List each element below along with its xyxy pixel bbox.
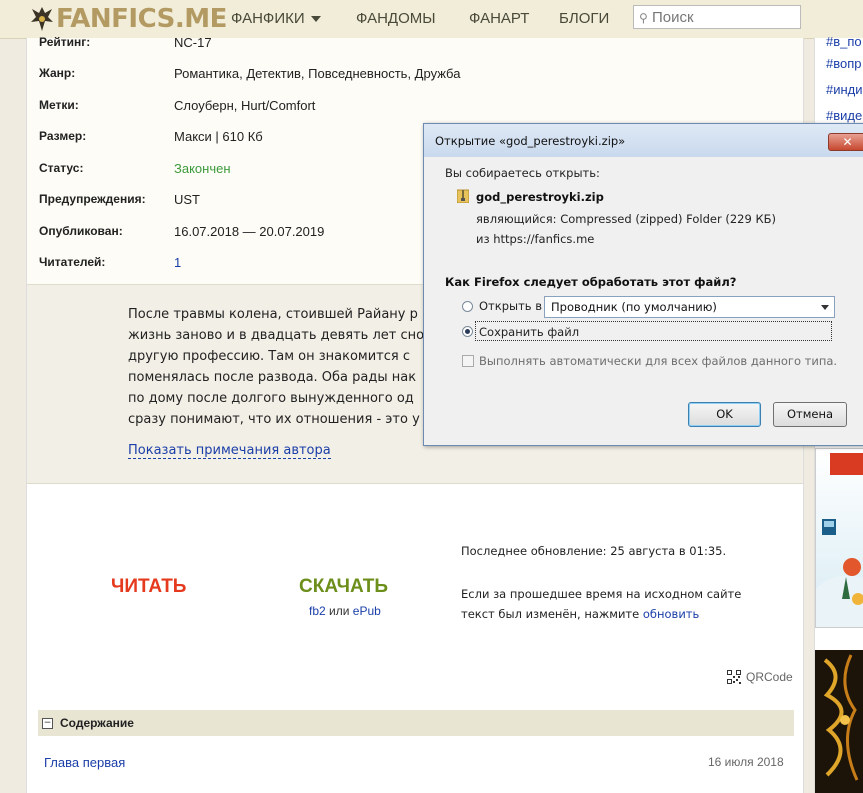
info-value: 16.07.2018 — 20.07.2019 bbox=[174, 224, 325, 239]
text-changed-line: Если за прошедшее время на исходном сайт… bbox=[461, 587, 742, 601]
close-icon[interactable]: ✕ bbox=[828, 133, 863, 151]
readers-count-link[interactable]: 1 bbox=[174, 255, 181, 270]
file-type-value: Compressed (zipped) Folder (229 КБ) bbox=[560, 212, 776, 226]
contents-title: Содержание bbox=[60, 716, 134, 730]
dialog-title: Открытие «god_perestroyki.zip» bbox=[435, 134, 626, 148]
summary-line: жизнь заново и в двадцать девять лет сно bbox=[128, 328, 425, 343]
top-navigation-bar: FANFICS.ME ФАНФИКИ ФАНДОМЫ ФАНАРТ БЛОГИ … bbox=[0, 0, 863, 39]
info-label: Метки: bbox=[39, 98, 79, 112]
info-label: Рейтинг: bbox=[39, 35, 91, 49]
nav-fanart[interactable]: ФАНАРТ bbox=[469, 10, 529, 27]
ok-button[interactable]: OK bbox=[688, 402, 761, 427]
sidebar-tag[interactable]: #виде bbox=[826, 108, 863, 123]
info-label: Жанр: bbox=[39, 66, 76, 80]
info-value: Макси | 610 Кб bbox=[174, 129, 263, 144]
open-file-dialog: Открытие «god_perestroyki.zip» ✕ Вы соби… bbox=[423, 123, 863, 446]
info-row-genre: Жанр: Романтика, Детектив, Повседневност… bbox=[27, 66, 803, 96]
fb2-link[interactable]: fb2 bbox=[309, 604, 326, 618]
chevron-down-icon bbox=[821, 305, 829, 310]
dialog-filename: god_perestroyki.zip bbox=[476, 190, 604, 204]
nav-fanfics-label: ФАНФИКИ bbox=[231, 10, 305, 27]
info-label: Предупреждения: bbox=[39, 192, 146, 206]
info-value[interactable]: Слоуберн, Hurt/Comfort bbox=[174, 98, 315, 113]
search-box: ⚲ bbox=[633, 5, 801, 29]
chevron-down-icon bbox=[310, 16, 321, 23]
summary-line: После травмы колена, стоившей Райану р bbox=[128, 307, 418, 322]
info-value[interactable]: UST bbox=[174, 192, 200, 207]
qrcode-label: QRCode bbox=[746, 670, 793, 684]
file-source-label: из bbox=[476, 232, 490, 246]
sidebar-tag[interactable]: #инди bbox=[826, 82, 863, 97]
download-formats: fb2 или ePub bbox=[309, 604, 381, 618]
banner-ornament bbox=[815, 650, 863, 793]
formats-separator: или bbox=[329, 604, 350, 618]
download-button[interactable]: СКАЧАТЬ bbox=[299, 576, 388, 598]
auto-action-label[interactable]: Выполнять автоматически для всех файлов … bbox=[479, 354, 837, 368]
text-changed-notice: Если за прошедшее время на исходном сайт… bbox=[461, 584, 761, 624]
last-update-text: Последнее обновление: 25 августа в 01:35… bbox=[461, 544, 727, 558]
site-logo[interactable]: FANFICS.ME bbox=[30, 4, 227, 34]
dialog-titlebar[interactable]: Открытие «god_perestroyki.zip» ✕ bbox=[424, 124, 863, 157]
summary-line: другую профессию. Там он знакомится с bbox=[128, 349, 410, 364]
sidebar-banner-ad[interactable] bbox=[815, 448, 863, 628]
epub-link[interactable]: ePub bbox=[353, 604, 381, 618]
status-badge: Закончен bbox=[174, 161, 231, 176]
search-icon: ⚲ bbox=[639, 11, 648, 25]
summary-line: поменялась после развода. Оба рады нак bbox=[128, 370, 417, 385]
info-label: Размер: bbox=[39, 129, 87, 143]
dialog-question: Как Firefox следует обработать этот файл… bbox=[445, 275, 737, 289]
info-label: Читателей: bbox=[39, 255, 106, 269]
file-source-row: из https://fanfics.me bbox=[476, 232, 594, 246]
summary-text: После травмы колена, стоившей Райану р ж… bbox=[128, 304, 428, 430]
cancel-button[interactable]: Отмена bbox=[773, 402, 847, 427]
nav-fanfics[interactable]: ФАНФИКИ bbox=[231, 10, 321, 27]
sidebar-banner-art[interactable] bbox=[815, 650, 863, 793]
auto-action-checkbox[interactable] bbox=[462, 355, 474, 367]
nav-blogs[interactable]: БЛОГИ bbox=[559, 10, 609, 27]
sidebar-tag[interactable]: #вопр bbox=[826, 56, 863, 71]
qrcode-link[interactable]: QRCode bbox=[727, 670, 793, 684]
open-with-select-value: Проводник (по умолчанию) bbox=[551, 300, 717, 314]
logo-text: FANFICS.ME bbox=[56, 4, 227, 34]
text-changed-line: текст был изменён, нажмите обновить bbox=[461, 604, 761, 624]
chapter-link[interactable]: Глава первая bbox=[44, 755, 125, 770]
logo-mascot-icon bbox=[31, 7, 53, 31]
file-source-value: https://fanfics.me bbox=[493, 232, 595, 246]
text-changed-line-2: текст был изменён, нажмите bbox=[461, 607, 640, 621]
qrcode-icon bbox=[727, 670, 741, 684]
info-label: Статус: bbox=[39, 161, 84, 175]
update-link[interactable]: обновить bbox=[643, 607, 699, 621]
nav-fandoms[interactable]: ФАНДОМЫ bbox=[356, 10, 436, 27]
search-input[interactable] bbox=[652, 8, 792, 26]
collapse-icon[interactable]: − bbox=[42, 718, 53, 729]
save-file-radio[interactable] bbox=[462, 326, 473, 337]
open-with-radio[interactable] bbox=[462, 301, 473, 312]
summary-line: по дому после долгого вынужденного од bbox=[128, 391, 414, 406]
chapter-date: 16 июля 2018 bbox=[708, 755, 784, 769]
file-type-row: являющийся: Compressed (zipped) Folder (… bbox=[476, 212, 776, 226]
open-with-label[interactable]: Открыть в bbox=[479, 299, 542, 313]
summary-line: сразу понимают, что их отношения - это у bbox=[128, 412, 420, 427]
read-button[interactable]: ЧИТАТЬ bbox=[111, 576, 186, 598]
sidebar-tag[interactable]: #в_по bbox=[826, 34, 863, 49]
contents-header[interactable]: − Содержание bbox=[38, 710, 794, 736]
info-row-rating: Рейтинг: NC-17 bbox=[27, 35, 803, 65]
info-value[interactable]: Романтика, Детектив, Повседневность, Дру… bbox=[174, 66, 460, 81]
zip-folder-icon bbox=[457, 189, 469, 203]
banner-illustration bbox=[816, 453, 863, 627]
info-label: Опубликован: bbox=[39, 224, 123, 238]
info-value[interactable]: NC-17 bbox=[174, 35, 212, 50]
show-author-notes-link[interactable]: Показать примечания автора bbox=[128, 443, 331, 459]
open-with-select[interactable]: Проводник (по умолчанию) bbox=[544, 296, 835, 318]
file-type-label: являющийся: bbox=[476, 212, 557, 226]
dialog-intro: Вы собираетесь открыть: bbox=[445, 166, 600, 180]
save-file-label[interactable]: Сохранить файл bbox=[479, 325, 579, 339]
